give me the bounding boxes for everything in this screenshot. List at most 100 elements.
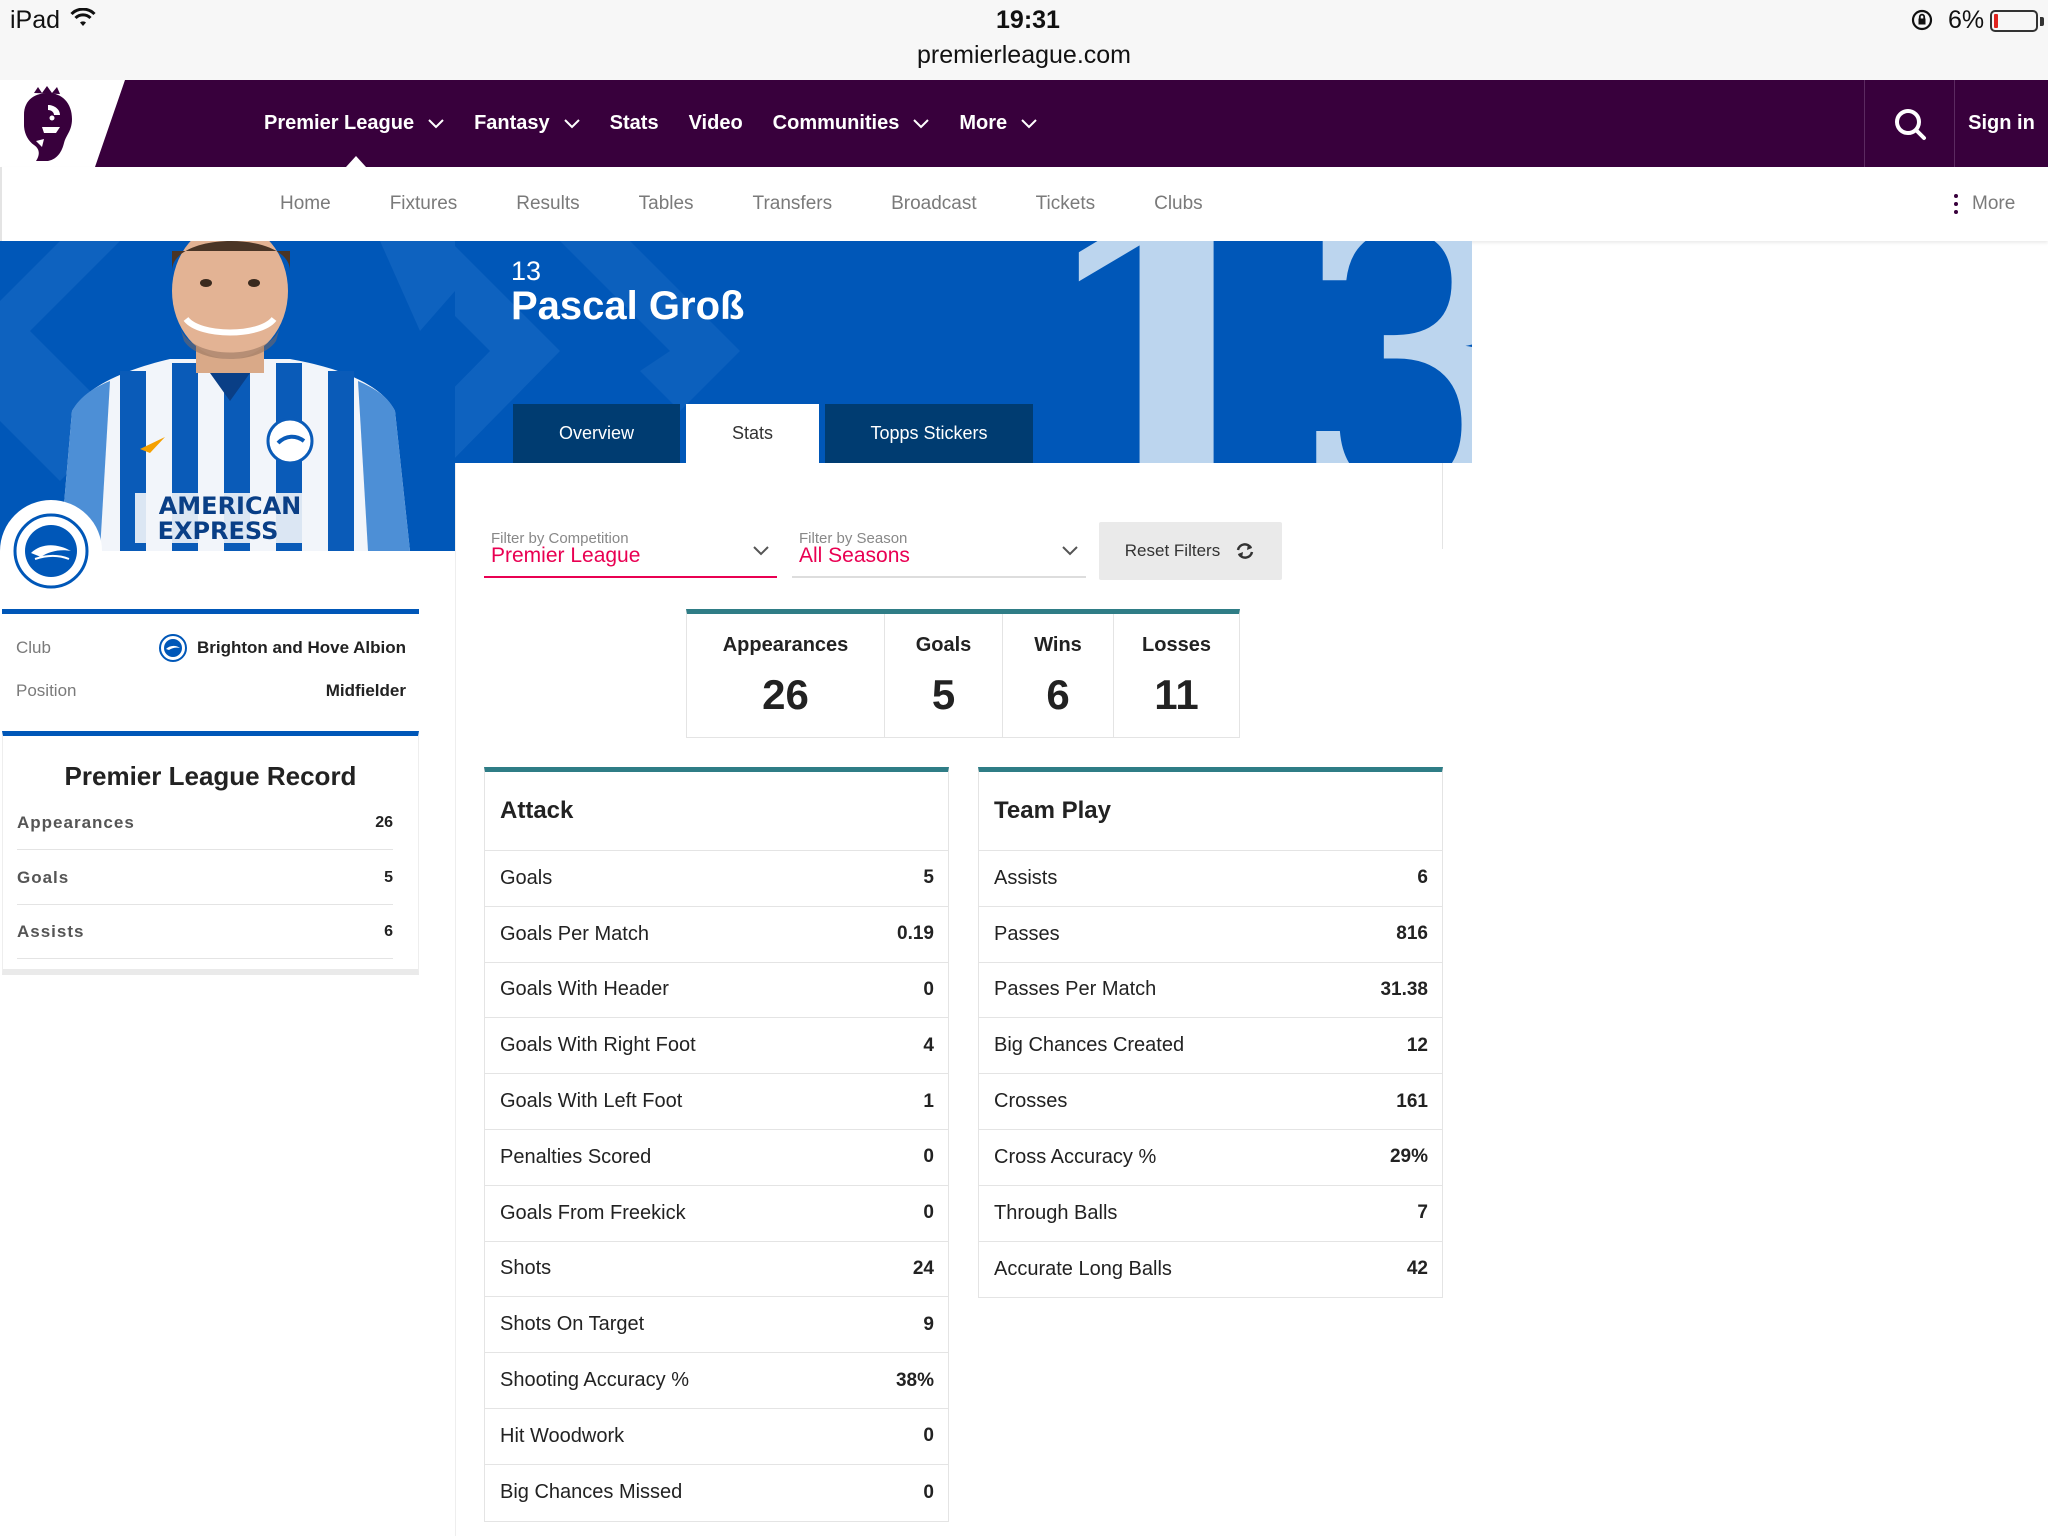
stat-value: 42 xyxy=(1406,1258,1428,1280)
stat-name: Crosses xyxy=(994,1090,1068,1113)
table-row: Cross Accuracy % 29% xyxy=(979,1130,1442,1186)
brighton-crest-icon xyxy=(13,513,89,589)
nav-more[interactable]: More xyxy=(959,112,1037,135)
stat-name: Goals With Left Foot xyxy=(500,1090,683,1113)
stat-name: Through Balls xyxy=(994,1201,1118,1224)
nav-video[interactable]: Video xyxy=(689,112,743,135)
season-filter[interactable]: Filter by Season All Seasons xyxy=(792,522,1086,578)
tab-stats[interactable]: Stats xyxy=(686,404,819,463)
stat-name: Penalties Scored xyxy=(500,1145,652,1168)
summary-label: Goals xyxy=(915,634,972,656)
reset-filters-label: Reset Filters xyxy=(1124,541,1221,560)
svg-text:EXPRESS: EXPRESS xyxy=(158,517,279,545)
stat-name: Hit Woodwork xyxy=(500,1424,625,1447)
table-row: Through Balls 7 xyxy=(979,1186,1442,1242)
table-row: Big Chances Missed 0 xyxy=(485,1465,948,1521)
tab-topps-stickers[interactable]: Topps Stickers xyxy=(825,404,1033,463)
sign-in-link[interactable]: Sign in xyxy=(1954,80,2048,167)
search-button[interactable] xyxy=(1864,80,1954,167)
table-row: Crosses 161 xyxy=(979,1074,1442,1130)
stat-name: Goals Per Match xyxy=(500,922,649,945)
nav-communities[interactable]: Communities xyxy=(773,112,930,135)
battery-icon xyxy=(1990,10,2038,32)
sub-nav: Home Fixtures Results Tables Transfers B… xyxy=(0,167,2048,241)
subnav-home[interactable]: Home xyxy=(280,193,331,215)
stat-name: Big Chances Created xyxy=(994,1034,1185,1057)
summary-label: Losses xyxy=(1142,634,1211,656)
kebab-menu-icon xyxy=(1954,194,1958,214)
nav-label: Communities xyxy=(772,112,900,134)
stat-name: Big Chances Missed xyxy=(500,1481,683,1504)
record-value: 5 xyxy=(384,868,393,886)
subnav-clubs[interactable]: Clubs xyxy=(1154,193,1203,215)
player-info-card: Club Brighton and Hove Albion Position M… xyxy=(2,609,419,736)
table-row: Goals 5 xyxy=(485,851,948,907)
stat-value: 0 xyxy=(923,978,934,1000)
chevron-down-icon xyxy=(563,118,580,128)
nav-label: More xyxy=(959,112,1008,134)
refresh-icon xyxy=(1236,543,1254,559)
table-row: Goals Per Match 0.19 xyxy=(485,907,948,963)
table-row: Goals With Left Foot 1 xyxy=(485,1074,948,1130)
nav-stats[interactable]: Stats xyxy=(610,112,659,135)
summary-wins: Wins 6 xyxy=(1003,614,1114,737)
table-row: Shooting Accuracy % 38% xyxy=(485,1353,948,1409)
subnav-results[interactable]: Results xyxy=(516,193,579,215)
table-row: Passes 816 xyxy=(979,907,1442,963)
club-value[interactable]: Brighton and Hove Albion xyxy=(158,634,406,662)
table-row: Big Chances Created 12 xyxy=(979,1018,1442,1075)
stat-name: Goals With Right Foot xyxy=(500,1034,696,1057)
record-value: 6 xyxy=(384,922,393,940)
search-icon xyxy=(1894,108,1926,140)
subnav-more-label: More xyxy=(1972,193,2016,214)
position-label: Position xyxy=(16,681,77,700)
summary-goals: Goals 5 xyxy=(885,614,1003,737)
subnav-transfers[interactable]: Transfers xyxy=(753,193,833,215)
stat-value: 0 xyxy=(923,1146,934,1168)
table-row: Shots 24 xyxy=(485,1242,948,1298)
clock: 19:31 xyxy=(996,6,1060,34)
table-row: Shots On Target 9 xyxy=(485,1297,948,1354)
subnav-more[interactable]: More xyxy=(1954,167,2015,241)
subnav-tables[interactable]: Tables xyxy=(639,193,694,215)
rotation-lock-icon xyxy=(1910,8,1934,37)
subnav-broadcast[interactable]: Broadcast xyxy=(891,193,977,215)
table-row: Hit Woodwork 0 xyxy=(485,1409,948,1465)
profile-tabs: Overview Stats Topps Stickers xyxy=(513,404,1039,463)
club-label: Club xyxy=(16,638,51,657)
position-value: Midfielder xyxy=(325,681,406,700)
stat-name: Shots On Target xyxy=(500,1313,645,1336)
competition-filter[interactable]: Filter by Competition Premier League xyxy=(484,522,777,578)
summary-label: Wins xyxy=(1034,634,1082,656)
nav-label: Video xyxy=(688,112,743,134)
tab-overview[interactable]: Overview xyxy=(513,404,680,463)
summary-value: 26 xyxy=(762,671,809,718)
subnav-tickets[interactable]: Tickets xyxy=(1036,193,1095,215)
attack-title: Attack xyxy=(485,772,948,851)
stat-value: 38% xyxy=(895,1369,934,1391)
stat-value: 0 xyxy=(923,1425,934,1447)
chevron-down-icon xyxy=(913,118,930,128)
subnav-fixtures[interactable]: Fixtures xyxy=(390,193,458,215)
stat-name: Goals With Header xyxy=(500,978,669,1001)
reset-filters-button[interactable]: Reset Filters xyxy=(1099,522,1282,580)
premier-league-logo[interactable] xyxy=(0,80,125,167)
team-play-title: Team Play xyxy=(979,772,1442,851)
address-bar[interactable]: premierleague.com xyxy=(0,41,2048,70)
summary-value: 11 xyxy=(1154,671,1199,718)
status-bar: iPad 19:31 premierleague.com 6% xyxy=(0,0,2048,80)
nav-premier-league[interactable]: Premier League xyxy=(264,112,444,135)
table-row: Goals From Freekick 0 xyxy=(485,1186,948,1242)
summary-losses: Losses 11 xyxy=(1114,614,1239,737)
stat-name: Cross Accuracy % xyxy=(994,1145,1157,1168)
summary-stats: Appearances 26 Goals 5 Wins 6 Losses 11 xyxy=(686,609,1240,738)
stat-value: 4 xyxy=(923,1034,934,1056)
stat-name: Shooting Accuracy % xyxy=(500,1369,689,1392)
nav-label: Fantasy xyxy=(474,112,550,134)
lion-crest-icon xyxy=(24,86,72,161)
team-play-table: Team Play Assists 6 Passes 816 Passes Per … xyxy=(978,767,1443,1299)
club-badge[interactable] xyxy=(0,500,102,602)
nav-fantasy[interactable]: Fantasy xyxy=(474,112,580,135)
chevron-down-icon xyxy=(1062,546,1078,556)
stat-value: 9 xyxy=(923,1313,934,1335)
